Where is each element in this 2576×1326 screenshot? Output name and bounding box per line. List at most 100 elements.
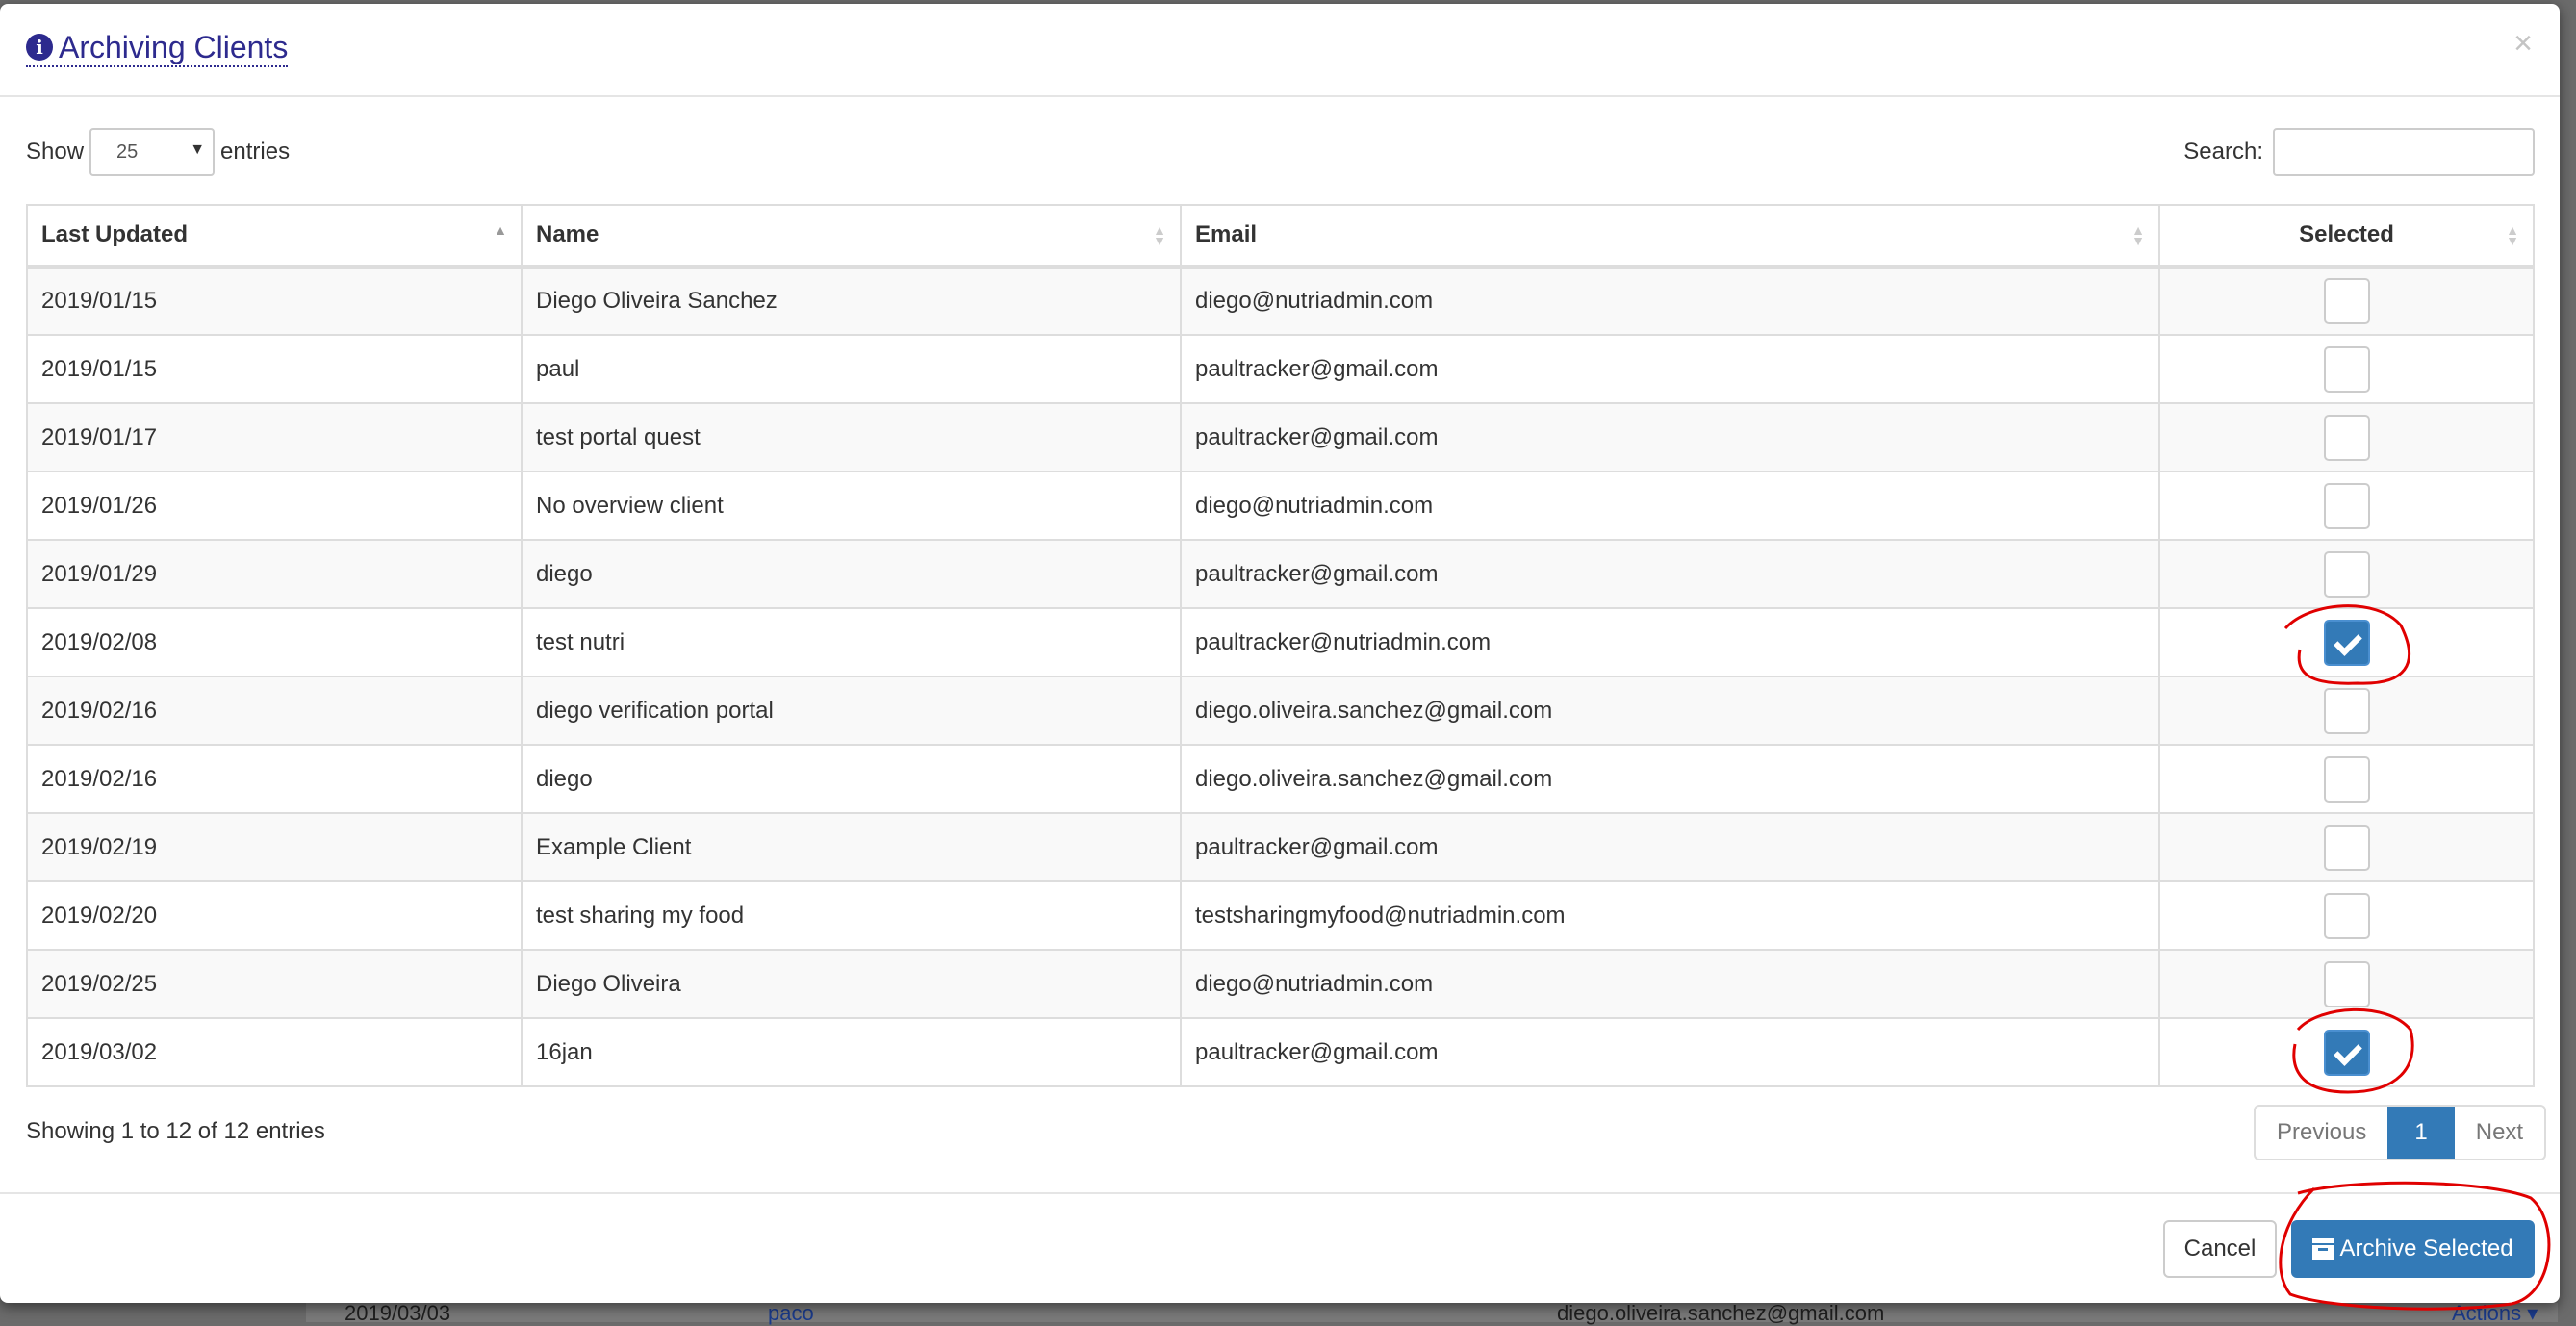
archive-icon xyxy=(2312,1238,2334,1260)
cell-name: Example Client xyxy=(521,812,1182,882)
table-row: 2019/01/26 No overview client diego@nutria… xyxy=(26,471,2535,541)
cell-last-updated: 2019/02/20 xyxy=(26,880,523,951)
cell-email: paultracker@gmail.com xyxy=(1180,812,2160,882)
table-row: 2019/02/20 test sharing my food testsharin… xyxy=(26,880,2535,951)
clients-table: Last Updated ▲ Name ▲ ▼ Email ▲ ▼ Selected ▲ ▼ … xyxy=(26,204,2535,1087)
table-row: 2019/01/29 diego paultracker@gmail.com xyxy=(26,539,2535,609)
cell-selected xyxy=(2158,1017,2535,1087)
close-button[interactable]: × xyxy=(2513,25,2533,63)
table-row: 2019/02/19 Example Client paultracker@gmai… xyxy=(26,812,2535,882)
cell-selected xyxy=(2158,744,2535,814)
cell-last-updated: 2019/02/08 xyxy=(26,607,523,677)
checkbox[interactable] xyxy=(2323,278,2370,325)
checkbox[interactable] xyxy=(2323,482,2370,529)
entries-select-value: 25 xyxy=(116,141,139,163)
cell-name: diego xyxy=(521,539,1182,609)
checkbox-checked[interactable] xyxy=(2323,1029,2370,1076)
cell-name: No overview client xyxy=(521,471,1182,541)
pagination: Previous 1 Next xyxy=(2254,1105,2547,1160)
column-header-name[interactable]: Name ▲ ▼ xyxy=(521,204,1182,269)
cell-last-updated: 2019/01/26 xyxy=(26,471,523,541)
next-page-button[interactable]: Next xyxy=(2455,1107,2544,1159)
search-control: Search: xyxy=(2183,125,2535,179)
column-label: Name xyxy=(536,221,599,248)
page-length-control: Show 25 ▼ entries xyxy=(26,125,290,179)
table-row: 2019/01/17 test portal quest paultracker@g… xyxy=(26,402,2535,472)
cell-email: paultracker@gmail.com xyxy=(1180,402,2160,472)
column-label: Email xyxy=(1195,221,1258,248)
search-label: Search: xyxy=(2183,139,2263,165)
checkbox[interactable] xyxy=(2323,414,2370,461)
column-label: Selected xyxy=(2299,221,2394,248)
checkbox-checked[interactable] xyxy=(2323,619,2370,666)
sort-both-icon: ▲ ▼ xyxy=(2506,222,2519,248)
cell-email: testsharingmyfood@nutriadmin.com xyxy=(1180,880,2160,951)
cell-name: test portal quest xyxy=(521,402,1182,472)
cell-name: diego xyxy=(521,744,1182,814)
cell-email: diego.oliveira.sanchez@gmail.com xyxy=(1180,744,2160,814)
checkbox[interactable] xyxy=(2323,550,2370,598)
cell-email: paultracker@gmail.com xyxy=(1180,334,2160,404)
column-header-selected[interactable]: Selected ▲ ▼ xyxy=(2158,204,2535,269)
bg-email: diego.oliveira.sanchez@gmail.com xyxy=(1557,1301,1885,1325)
cell-last-updated: 2019/01/17 xyxy=(26,402,523,472)
cell-last-updated: 2019/02/25 xyxy=(26,949,523,1019)
cancel-button[interactable]: Cancel xyxy=(2163,1220,2277,1278)
info-icon: i xyxy=(26,34,53,61)
bg-actions: Actions ▾ xyxy=(2452,1301,2538,1325)
chevron-down-icon: ▼ xyxy=(190,141,206,158)
cell-email: paultracker@nutriadmin.com xyxy=(1180,607,2160,677)
cell-selected xyxy=(2158,880,2535,951)
page-1-button[interactable]: 1 xyxy=(2387,1107,2455,1159)
cell-last-updated: 2019/02/16 xyxy=(26,676,523,746)
cell-name: paul xyxy=(521,334,1182,404)
cell-last-updated: 2019/02/16 xyxy=(26,744,523,814)
cell-name: diego verification portal xyxy=(521,676,1182,746)
column-header-email[interactable]: Email ▲ ▼ xyxy=(1180,204,2160,269)
cell-email: diego@nutriadmin.com xyxy=(1180,949,2160,1019)
archive-clients-modal: i Archiving Clients × Show 25 ▼ entries … xyxy=(0,4,2560,1303)
search-input[interactable] xyxy=(2273,128,2535,176)
cell-last-updated: 2019/01/15 xyxy=(26,334,523,404)
checkbox[interactable] xyxy=(2323,960,2370,1007)
cell-selected xyxy=(2158,812,2535,882)
cell-last-updated: 2019/01/15 xyxy=(26,266,523,336)
archive-selected-button[interactable]: Archive Selected xyxy=(2291,1220,2535,1278)
bg-date: 2019/03/03 xyxy=(344,1301,451,1325)
previous-page-button[interactable]: Previous xyxy=(2256,1107,2387,1159)
sort-asc-icon: ▲ xyxy=(494,222,507,238)
cell-name: Diego Oliveira Sanchez xyxy=(521,266,1182,336)
modal-footer xyxy=(0,1192,2560,1194)
show-label: Show xyxy=(26,139,85,165)
cell-selected xyxy=(2158,539,2535,609)
cell-selected xyxy=(2158,266,2535,336)
modal-title-text: Archiving Clients xyxy=(59,30,289,64)
modal-title[interactable]: i Archiving Clients xyxy=(26,29,289,67)
bg-name: paco xyxy=(768,1301,814,1325)
cell-email: diego.oliveira.sanchez@gmail.com xyxy=(1180,676,2160,746)
table-row: 2019/02/16 diego verification portal diego… xyxy=(26,676,2535,746)
cell-last-updated: 2019/01/29 xyxy=(26,539,523,609)
table-row: 2019/01/15 paul paultracker@gmail.com xyxy=(26,334,2535,404)
cell-selected xyxy=(2158,949,2535,1019)
table-row: 2019/02/25 Diego Oliveira diego@nutriadmin… xyxy=(26,949,2535,1019)
column-header-last-updated[interactable]: Last Updated ▲ xyxy=(26,204,523,269)
cell-email: diego@nutriadmin.com xyxy=(1180,266,2160,336)
cell-name: Diego Oliveira xyxy=(521,949,1182,1019)
entries-select[interactable]: 25 ▼ xyxy=(89,128,216,176)
archive-selected-label: Archive Selected xyxy=(2339,1236,2513,1262)
background-table-row: 2019/03/03 paco diego.oliveira.sanchez@g… xyxy=(306,1301,2558,1325)
cell-last-updated: 2019/02/19 xyxy=(26,812,523,882)
table-row: 2019/01/15 Diego Oliveira Sanchez diego@nu… xyxy=(26,266,2535,336)
checkbox[interactable] xyxy=(2323,892,2370,939)
table-row: 2019/02/08 test nutri paultracker@nutriadm… xyxy=(26,607,2535,677)
cell-selected xyxy=(2158,402,2535,472)
checkbox[interactable] xyxy=(2323,824,2370,871)
cell-selected xyxy=(2158,676,2535,746)
checkbox[interactable] xyxy=(2323,687,2370,734)
checkbox[interactable] xyxy=(2323,755,2370,803)
modal-header: i Archiving Clients × xyxy=(0,4,2560,97)
checkbox[interactable] xyxy=(2323,345,2370,393)
cell-last-updated: 2019/03/02 xyxy=(26,1017,523,1087)
cell-email: paultracker@gmail.com xyxy=(1180,1017,2160,1087)
